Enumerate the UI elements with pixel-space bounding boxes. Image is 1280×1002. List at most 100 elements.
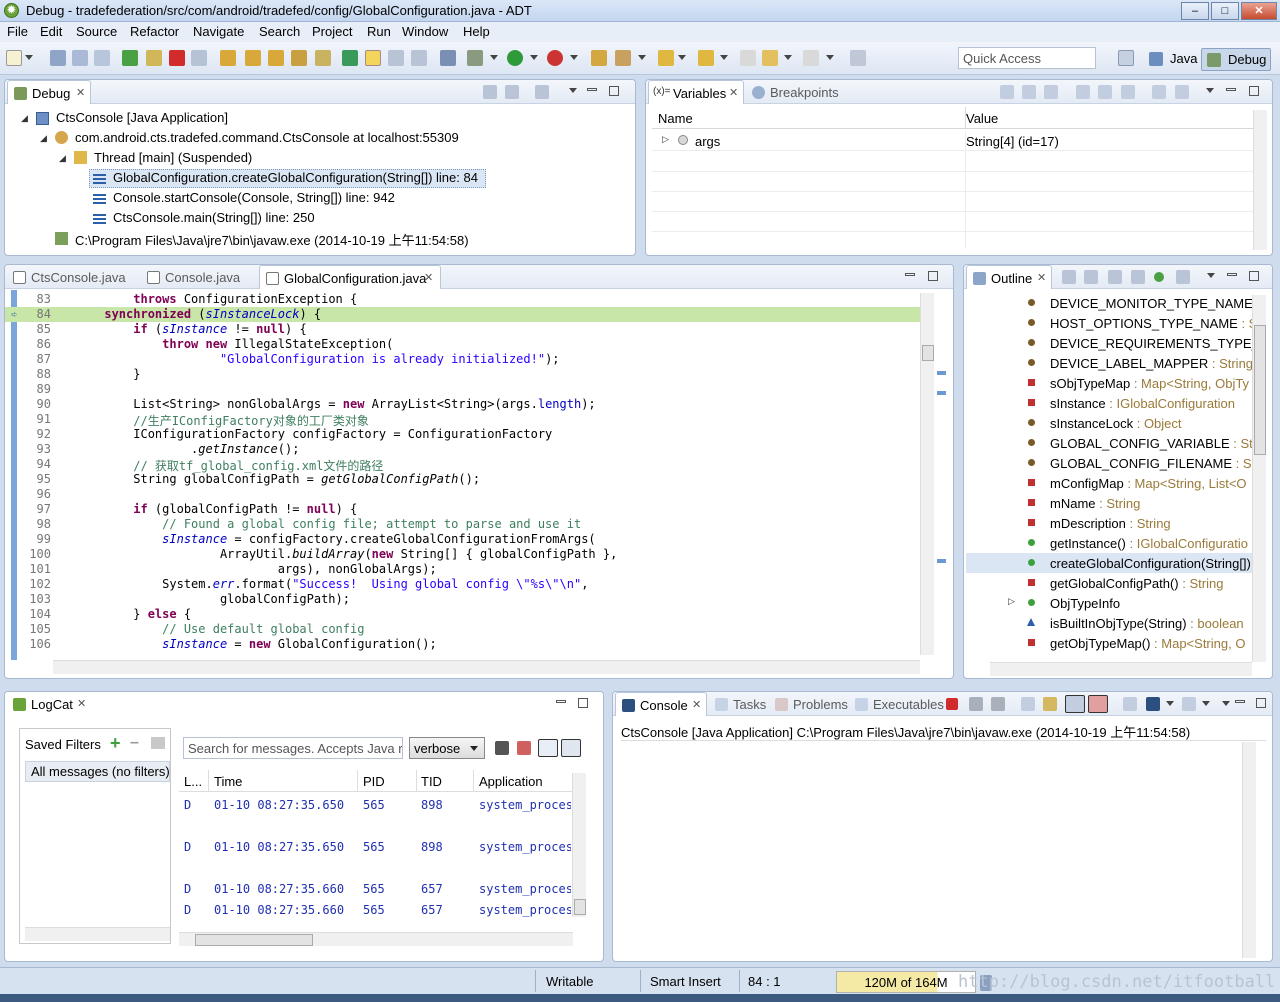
tab-console[interactable]: Console ✕ — [615, 692, 707, 716]
tab-breakpoints[interactable]: Breakpoints — [746, 80, 842, 104]
filters-horizontal-scrollbar[interactable] — [25, 927, 170, 941]
block-select-icon[interactable] — [411, 50, 427, 66]
chevron-down-icon[interactable] — [784, 55, 792, 60]
tab-logcat[interactable]: LogCat ✕ — [7, 692, 93, 716]
expand-icon[interactable]: ◢ — [40, 133, 47, 144]
debug-tree-item[interactable]: Console.startConsole(Console, String[]) … — [113, 190, 395, 205]
tab-outline[interactable]: Outline ✕ — [966, 265, 1052, 289]
chevron-down-icon[interactable] — [1202, 701, 1210, 706]
outline-item[interactable]: mDescription : String — [966, 513, 1252, 533]
open-perspective-icon[interactable] — [1118, 50, 1134, 66]
column-pid[interactable]: PID — [363, 774, 385, 789]
outline-item[interactable]: mConfigMap : Map<String, List<O — [966, 473, 1252, 493]
minimize-icon[interactable] — [587, 88, 597, 91]
save-log-icon[interactable] — [495, 741, 509, 755]
tab-problems[interactable]: Problems — [769, 692, 848, 716]
logcat-vertical-scrollbar[interactable] — [572, 773, 586, 917]
tab-variables[interactable]: (x)= Variables ✕ — [648, 80, 744, 104]
outline-item[interactable]: DEVICE_REQUIREMENTS_TYPE_NA — [966, 333, 1252, 353]
close-icon[interactable]: ✕ — [692, 698, 701, 711]
perspective-debug-button[interactable]: Debug — [1201, 48, 1271, 71]
occurrence-marker[interactable] — [937, 391, 946, 395]
maximize-icon[interactable] — [609, 86, 619, 96]
close-icon[interactable]: ✕ — [1037, 271, 1046, 284]
step-over-icon[interactable] — [245, 50, 261, 66]
external-tools-icon[interactable] — [547, 50, 563, 66]
chevron-down-icon[interactable] — [826, 55, 834, 60]
prev-annotation-icon[interactable] — [698, 50, 714, 66]
scrollbar[interactable] — [1253, 110, 1267, 250]
print-icon[interactable] — [94, 50, 110, 66]
minimize-icon[interactable] — [1226, 88, 1236, 91]
display-console-icon[interactable] — [1146, 697, 1160, 711]
outline-item[interactable]: GLOBAL_CONFIG_FILENAME : Strin — [966, 453, 1252, 473]
view-menu-icon[interactable] — [1222, 701, 1230, 706]
outline-item[interactable]: ▷ ObjTypeInfo — [966, 593, 1252, 613]
chevron-down-icon[interactable] — [570, 55, 578, 60]
quick-access-input[interactable]: Quick Access — [958, 47, 1096, 69]
debug-tree-item[interactable]: CtsConsole [Java Application] — [56, 110, 228, 125]
editor-vertical-scrollbar[interactable] — [920, 293, 934, 655]
resume-icon[interactable] — [122, 50, 138, 66]
column-level[interactable]: L... — [184, 774, 202, 789]
link-icon[interactable] — [1076, 85, 1090, 99]
hide-nonpublic-icon[interactable] — [1154, 272, 1164, 282]
maximize-icon[interactable] — [1256, 698, 1266, 708]
logcat-search-input[interactable]: Search for messages. Accepts Java re — [183, 737, 403, 759]
outline-item[interactable]: DEVICE_MONITOR_TYPE_NAME : S — [966, 293, 1252, 313]
close-icon[interactable]: ✕ — [77, 697, 86, 710]
show-whitespace-icon[interactable] — [388, 50, 404, 66]
scroll-lock-icon[interactable] — [561, 739, 581, 757]
menu-edit[interactable]: Edit — [40, 24, 62, 39]
tab-executables[interactable]: Executables — [849, 692, 945, 716]
new-detail-icon[interactable] — [1152, 85, 1166, 99]
show-on-stderr-icon[interactable] — [1088, 695, 1108, 713]
minimize-icon[interactable] — [1227, 273, 1237, 276]
scroll-lock-icon[interactable] — [1043, 697, 1057, 711]
debug-tree-item[interactable]: com.android.cts.tradefed.command.CtsCons… — [75, 130, 459, 145]
remove-filter-icon[interactable]: – — [130, 734, 139, 752]
show-on-stdout-icon[interactable] — [1065, 695, 1085, 713]
log-row[interactable]: D 01-10 08:27:35.650 565 898 system_proces — [179, 795, 571, 815]
minimize-icon[interactable] — [556, 700, 566, 703]
expand-icon[interactable]: ▷ — [662, 134, 669, 145]
menu-help[interactable]: Help — [463, 24, 490, 39]
log-level-select[interactable]: verbose — [409, 737, 485, 759]
close-button[interactable]: ✕ — [1241, 2, 1277, 20]
edit-filter-icon[interactable] — [151, 737, 165, 749]
column-tid[interactable]: TID — [421, 774, 442, 789]
outline-item[interactable]: getInstance() : IGlobalConfiguratio — [966, 533, 1252, 553]
maximize-icon[interactable] — [578, 698, 588, 708]
column-application[interactable]: Application — [479, 774, 543, 789]
pin-console-icon[interactable] — [1123, 697, 1137, 711]
perspective-java-button[interactable]: Java — [1144, 48, 1198, 70]
close-icon[interactable]: ✕ — [76, 86, 85, 99]
open-console-icon[interactable] — [1182, 697, 1196, 711]
hide-static-icon[interactable] — [1131, 270, 1145, 284]
forward-icon[interactable] — [803, 50, 819, 66]
chevron-down-icon[interactable] — [638, 55, 646, 60]
tab-ctsconsole-java[interactable]: CtsConsole.java — [7, 265, 137, 289]
occurrence-marker[interactable] — [937, 371, 946, 375]
log-row[interactable]: D 01-10 08:27:35.660 565 657 system_proces — [179, 900, 571, 920]
outline-vertical-scrollbar[interactable] — [1252, 295, 1266, 662]
save-all-icon[interactable] — [72, 50, 88, 66]
minimize-icon[interactable] — [1235, 700, 1245, 703]
step-return-icon[interactable] — [268, 50, 284, 66]
chevron-down-icon[interactable] — [490, 55, 498, 60]
remove-all-icon[interactable] — [505, 85, 519, 99]
debug-icon[interactable] — [467, 50, 483, 66]
menu-refactor[interactable]: Refactor — [130, 24, 179, 39]
column-time[interactable]: Time — [214, 774, 242, 789]
expand-icon[interactable]: ◢ — [21, 113, 28, 124]
debug-tree-item[interactable]: CtsConsole.main(String[]) line: 250 — [113, 210, 315, 225]
column-value[interactable]: Value — [966, 111, 998, 126]
save-icon[interactable] — [50, 50, 66, 66]
heap-status[interactable]: 120M of 164M — [836, 971, 976, 993]
new-icon[interactable] — [6, 50, 22, 66]
close-icon[interactable]: ✕ — [729, 86, 738, 99]
maximize-icon[interactable] — [1249, 271, 1259, 281]
chevron-down-icon[interactable] — [720, 55, 728, 60]
remove-launch-icon[interactable] — [969, 697, 983, 711]
outline-item[interactable]: sInstanceLock : Object — [966, 413, 1252, 433]
